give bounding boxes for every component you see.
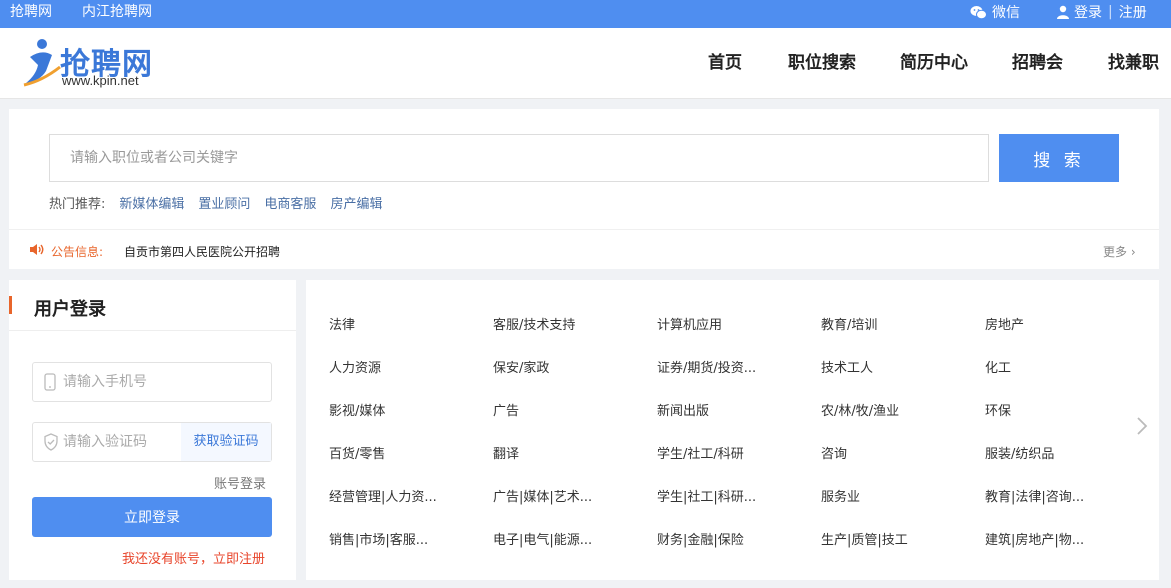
runner-logo-icon — [23, 39, 61, 87]
wechat-link[interactable]: 微信 — [970, 2, 1020, 22]
category-link[interactable]: 农/林/牧/渔业 — [821, 400, 899, 419]
category-link[interactable]: 计算机应用 — [657, 314, 722, 333]
get-code-button[interactable]: 获取验证码 — [181, 423, 271, 461]
site-logo[interactable]: 抢聘网 www.kpin.net — [22, 37, 162, 91]
category-link[interactable]: 客服/技术支持 — [493, 314, 575, 333]
divider — [9, 330, 296, 331]
category-link[interactable]: 翻译 — [493, 443, 519, 462]
category-link[interactable]: 财务|金融|保险 — [657, 529, 744, 548]
hot-keyword[interactable]: 新媒体编辑 — [119, 193, 184, 212]
category-link[interactable]: 房地产 — [985, 314, 1024, 333]
user-icon — [1057, 5, 1069, 19]
search-card: 搜 索 热门推荐: 新媒体编辑 置业顾问 电商客服 房产编辑 公告信息: 自贡市… — [9, 109, 1159, 269]
chevron-right-icon[interactable] — [1136, 416, 1148, 436]
notice-label: 公告信息: — [51, 245, 104, 259]
category-link[interactable]: 环保 — [985, 400, 1011, 419]
category-link[interactable]: 咨询 — [821, 443, 847, 462]
category-link[interactable]: 百货/零售 — [329, 443, 385, 462]
notice-text[interactable]: 自贡市第四人民医院公开招聘 — [124, 243, 280, 260]
category-link[interactable]: 建筑|房地产|物... — [985, 529, 1084, 548]
category-link[interactable]: 法律 — [329, 314, 355, 333]
user-links: 登录 | 注册 — [1056, 2, 1147, 22]
code-field[interactable]: 获取验证码 — [32, 422, 272, 462]
category-link[interactable]: 技术工人 — [821, 357, 873, 376]
category-link[interactable]: 电子|电气|能源... — [493, 529, 592, 548]
notice-more-link[interactable]: 更多 › — [1103, 243, 1136, 260]
main-header: 抢聘网 www.kpin.net 首页 职位搜索 简历中心 招聘会 找兼职 — [0, 28, 1171, 99]
nav-job-search[interactable]: 职位搜索 — [788, 28, 856, 99]
site-link-main[interactable]: 抢聘网 — [10, 0, 52, 24]
category-link[interactable]: 人力资源 — [329, 357, 381, 376]
hot-label: 热门推荐: — [49, 197, 106, 212]
site-link-neijiang[interactable]: 内江抢聘网 — [82, 0, 152, 24]
category-link[interactable]: 化工 — [985, 357, 1011, 376]
register-link[interactable]: 注册 — [1119, 2, 1147, 22]
login-button[interactable]: 立即登录 — [32, 497, 272, 537]
title-accent — [9, 296, 12, 314]
category-link[interactable]: 学生/社工/科研 — [657, 443, 744, 462]
top-bar: 抢聘网 内江抢聘网 微信 登录 | 注册 — [0, 0, 1171, 28]
category-link[interactable]: 广告 — [493, 400, 519, 419]
register-now-link[interactable]: 我还没有账号，立即注册 — [122, 548, 265, 567]
login-panel: 用户登录 获取验证码 账号登录 立即登录 我还没有账号，立即注册 — [9, 280, 296, 580]
category-panel: 法律 客服/技术支持 计算机应用 教育/培训 房地产人力资源 保安/家政 证券/期货/投资.… — [306, 280, 1159, 580]
category-link[interactable]: 新闻出版 — [657, 400, 709, 419]
login-title: 用户登录 — [34, 299, 106, 320]
search-button[interactable]: 搜 索 — [999, 134, 1119, 182]
category-link[interactable]: 服装/纺织品 — [985, 443, 1054, 462]
category-link[interactable]: 生产|质管|技工 — [821, 529, 908, 548]
wechat-icon — [970, 5, 987, 19]
nav-job-fair[interactable]: 招聘会 — [1012, 28, 1063, 99]
shield-icon — [44, 433, 58, 451]
hot-keyword[interactable]: 电商客服 — [264, 193, 316, 212]
hot-keyword[interactable]: 置业顾问 — [198, 193, 250, 212]
wechat-label: 微信 — [992, 5, 1020, 21]
category-link[interactable]: 保安/家政 — [493, 357, 549, 376]
logo-url-text: www.kpin.net — [62, 73, 139, 88]
phone-input[interactable] — [63, 371, 203, 393]
speaker-icon — [30, 244, 44, 255]
category-link[interactable]: 教育/培训 — [821, 314, 877, 333]
nav-home[interactable]: 首页 — [708, 28, 742, 99]
notice-bar: 公告信息: 自贡市第四人民医院公开招聘 更多 › — [9, 229, 1159, 269]
link-separator: | — [1108, 4, 1113, 20]
nav-part-time[interactable]: 找兼职 — [1108, 28, 1159, 99]
category-link[interactable]: 销售|市场|客服... — [329, 529, 428, 548]
category-link[interactable]: 影视/媒体 — [329, 400, 385, 419]
phone-icon — [44, 373, 56, 391]
category-link[interactable]: 证券/期货/投资... — [657, 357, 756, 376]
category-link[interactable]: 广告|媒体|艺术... — [493, 486, 592, 505]
category-link[interactable]: 服务业 — [821, 486, 860, 505]
search-input[interactable] — [49, 134, 989, 182]
hot-keywords: 热门推荐: 新媒体编辑 置业顾问 电商客服 房产编辑 — [49, 193, 382, 212]
phone-field[interactable] — [32, 362, 272, 402]
category-link[interactable]: 教育|法律|咨询... — [985, 486, 1084, 505]
account-login-link[interactable]: 账号登录 — [214, 473, 266, 492]
nav-resume-center[interactable]: 简历中心 — [900, 28, 968, 99]
hot-keyword[interactable]: 房产编辑 — [330, 193, 382, 212]
category-link[interactable]: 经营管理|人力资... — [329, 486, 437, 505]
login-link[interactable]: 登录 — [1074, 2, 1102, 22]
category-link[interactable]: 学生|社工|科研... — [657, 486, 756, 505]
